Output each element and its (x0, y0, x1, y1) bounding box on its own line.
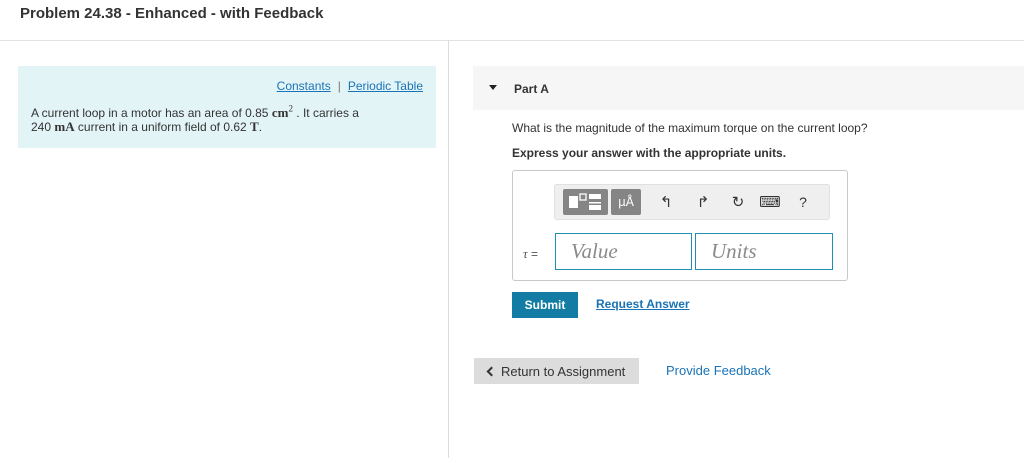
answer-entry-box: μÅ ↰ ↱ ↻ ⌨ ? τ = Value Units (512, 170, 848, 281)
page-title: Problem 24.38 - Enhanced - with Feedback (20, 5, 324, 22)
units-button[interactable]: μÅ (611, 189, 641, 215)
problem-text-part3: current in a uniform field of 0.62 (74, 120, 251, 134)
return-label: Return to Assignment (501, 363, 626, 379)
area-unit: cm2 (271, 103, 293, 120)
templates-icon (568, 193, 601, 210)
constants-link[interactable]: Constants (277, 79, 331, 93)
current-unit: mA (54, 119, 75, 134)
answer-symbol-label: τ = (523, 246, 538, 261)
value-input[interactable]: Value (555, 233, 692, 270)
undo-icon[interactable]: ↰ (655, 189, 677, 215)
units-input[interactable]: Units (695, 233, 833, 270)
question-text: What is the magnitude of the maximum tor… (512, 121, 868, 135)
request-answer-link[interactable]: Request Answer (596, 297, 690, 311)
collapse-triangle-icon[interactable] (489, 85, 497, 90)
templates-button[interactable] (563, 189, 608, 215)
submit-button[interactable]: Submit (512, 292, 578, 318)
header-divider (0, 40, 1024, 41)
resource-links: Constants | Periodic Table (277, 79, 423, 93)
return-to-assignment-button[interactable]: Return to Assignment (474, 358, 639, 384)
provide-feedback-link[interactable]: Provide Feedback (666, 363, 771, 378)
field-unit: T (250, 119, 259, 134)
part-a-header[interactable]: Part A (473, 66, 1024, 110)
keyboard-icon[interactable]: ⌨ (759, 189, 781, 215)
problem-text-part4: . (258, 120, 263, 134)
problem-text: A current loop in a motor has an area of… (31, 103, 411, 134)
current-value: 240 (31, 120, 55, 134)
problem-statement-panel: Constants | Periodic Table A current loop … (18, 66, 436, 148)
help-button[interactable]: ? (792, 189, 814, 215)
problem-text-part2: . It carries a (292, 106, 359, 120)
problem-text-part1: A current loop in a motor has an area of… (31, 106, 272, 120)
math-toolbar: μÅ ↰ ↱ ↻ ⌨ ? (554, 184, 830, 220)
instruction-text: Express your answer with the appropriate… (512, 146, 787, 160)
column-divider (448, 40, 449, 458)
link-separator: | (337, 79, 341, 93)
chevron-left-icon (486, 366, 497, 376)
redo-icon[interactable]: ↱ (692, 189, 714, 215)
part-a-label: Part A (514, 82, 549, 96)
periodic-table-link[interactable]: Periodic Table (348, 79, 423, 93)
reset-icon[interactable]: ↻ (727, 189, 749, 215)
